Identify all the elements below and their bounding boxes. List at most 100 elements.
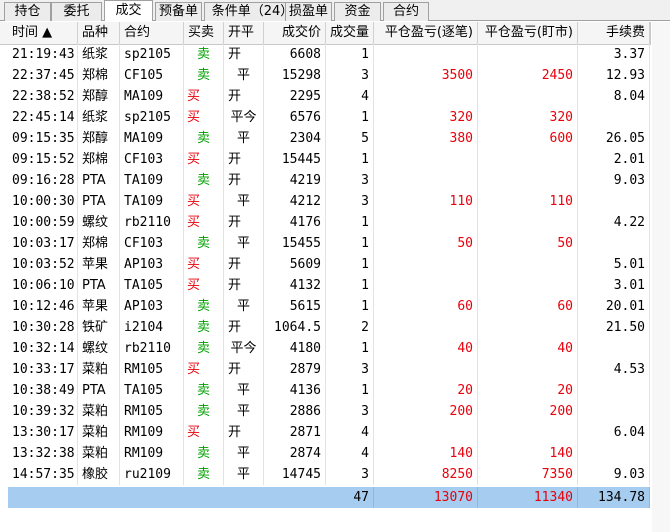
header-contract[interactable]: 合约 (120, 22, 184, 44)
header-variety[interactable]: 品种 (78, 22, 120, 44)
table-row[interactable]: 10:00:59 螺纹 rb2110 买开 4176 1 4.22 (0, 212, 650, 233)
table-row[interactable]: 09:16:28 PTA TA109 卖开 4219 3 9.03 (0, 170, 650, 191)
cell-contract: RM109 (120, 443, 184, 464)
cell-price: 4132 (264, 275, 326, 296)
header-qty[interactable]: 成交量 (326, 22, 374, 44)
cell-contract: RM105 (120, 359, 184, 380)
cell-variety: 苹果 (78, 296, 120, 317)
cell-open-close: 平今 (224, 338, 264, 359)
cell-variety: 郑醇 (78, 86, 120, 107)
cell-time: 21:19:43 (8, 44, 78, 65)
cell-price: 14745 (264, 464, 326, 485)
cell-pnl-trade: 3500 (374, 65, 478, 86)
cell-qty: 1 (326, 44, 374, 65)
cell-pnl-trade (374, 317, 478, 338)
cell-time: 10:32:14 (8, 338, 78, 359)
cell-contract: AP103 (120, 296, 184, 317)
table-row[interactable]: 22:38:52 郑醇 MA109 买开 2295 4 8.04 (0, 86, 650, 107)
table-row[interactable]: 22:45:14 纸浆 sp2105 买平今 6576 1 320 320 (0, 107, 650, 128)
table-row[interactable]: 10:32:14 螺纹 rb2110 卖平今 4180 1 40 40 (0, 338, 650, 359)
table-row[interactable]: 10:38:49 PTA TA105 卖平 4136 1 20 20 (0, 380, 650, 401)
table-row[interactable]: 10:06:10 PTA TA105 买开 4132 1 3.01 (0, 275, 650, 296)
table-row[interactable]: 13:32:38 菜粕 RM109 卖平 2874 4 140 140 (0, 443, 650, 464)
table-row[interactable]: 10:12:46 苹果 AP103 卖平 5615 1 60 60 20.01 (0, 296, 650, 317)
table-row[interactable]: 10:33:17 菜粕 RM105 买开 2879 3 4.53 (0, 359, 650, 380)
header-price[interactable]: 成交价 (264, 22, 326, 44)
cell-price: 15455 (264, 233, 326, 254)
total-pnl-trade: 13070 (374, 487, 478, 508)
cell-open-close: 平今 (224, 107, 264, 128)
cell-contract: sp2105 (120, 44, 184, 65)
cell-qty: 1 (326, 380, 374, 401)
tab-trades[interactable]: 成交 (104, 0, 153, 21)
header-fee[interactable]: 手续费 (578, 22, 650, 44)
cell-variety: 菜粕 (78, 422, 120, 443)
cell-open-close: 平 (224, 191, 264, 212)
cell-time: 10:39:32 (8, 401, 78, 422)
table-row[interactable]: 22:37:45 郑棉 CF105 卖平 15298 3 3500 2450 12.93 (0, 65, 650, 86)
tab-contracts[interactable]: 合约 (383, 2, 429, 21)
cell-contract: sp2105 (120, 107, 184, 128)
cell-contract: TA105 (120, 275, 184, 296)
cell-qty: 1 (326, 338, 374, 359)
cell-variety: 菜粕 (78, 359, 120, 380)
cell-side: 买 (184, 86, 224, 107)
cell-fee (578, 401, 650, 422)
cell-time: 10:30:28 (8, 317, 78, 338)
cell-pnl-mark: 60 (478, 296, 578, 317)
tab-stop-orders[interactable]: 损盈单 (285, 2, 332, 21)
table-row[interactable]: 13:30:17 菜粕 RM109 买开 2871 4 6.04 (0, 422, 650, 443)
cell-price: 4180 (264, 338, 326, 359)
header-pnl-mark[interactable]: 平仓盈亏(盯市) (478, 22, 578, 44)
cell-contract: RM105 (120, 401, 184, 422)
cell-fee (578, 338, 650, 359)
cell-pnl-trade (374, 359, 478, 380)
cell-side: 卖 (184, 317, 224, 338)
table-row[interactable]: 21:19:43 纸浆 sp2105 卖开 6608 1 3.37 (0, 44, 650, 65)
table-row[interactable]: 09:15:35 郑醇 MA109 卖平 2304 5 380 600 26.05 (0, 128, 650, 149)
cell-price: 5615 (264, 296, 326, 317)
cell-variety: 郑棉 (78, 233, 120, 254)
cell-qty: 4 (326, 443, 374, 464)
vertical-scrollbar[interactable] (652, 22, 670, 532)
cell-variety: 螺纹 (78, 212, 120, 233)
cell-contract: RM109 (120, 422, 184, 443)
tab-orders[interactable]: 委托 (51, 2, 102, 21)
cell-pnl-trade: 50 (374, 233, 478, 254)
tab-prepared-orders[interactable]: 预备单 (155, 2, 202, 21)
cell-side: 卖 (184, 464, 224, 485)
cell-pnl-trade: 8250 (374, 464, 478, 485)
cell-pnl-mark (478, 86, 578, 107)
table-row[interactable]: 10:30:28 铁矿 i2104 卖开 1064.5 2 21.50 (0, 317, 650, 338)
cell-pnl-trade: 140 (374, 443, 478, 464)
table-row[interactable]: 10:39:32 菜粕 RM105 卖平 2886 3 200 200 (0, 401, 650, 422)
header-pnl-trade[interactable]: 平仓盈亏(逐笔) (374, 22, 478, 44)
header-open-close[interactable]: 开平 (224, 22, 264, 44)
cell-contract: CF105 (120, 65, 184, 86)
table-row[interactable]: 10:03:52 苹果 AP103 买开 5609 1 5.01 (0, 254, 650, 275)
table-row[interactable]: 10:03:17 郑棉 CF103 卖平 15455 1 50 50 (0, 233, 650, 254)
cell-contract: TA109 (120, 170, 184, 191)
cell-fee: 2.01 (578, 149, 650, 170)
cell-open-close: 开 (224, 149, 264, 170)
cell-fee: 9.03 (578, 464, 650, 485)
table-row[interactable]: 10:00:30 PTA TA109 买平 4212 3 110 110 (0, 191, 650, 212)
header-side[interactable]: 买卖 (184, 22, 224, 44)
cell-pnl-mark (478, 149, 578, 170)
cell-contract: ru2109 (120, 464, 184, 485)
table-row[interactable]: 09:15:52 郑棉 CF103 买开 15445 1 2.01 (0, 149, 650, 170)
cell-time: 10:00:59 (8, 212, 78, 233)
cell-time: 10:00:30 (8, 191, 78, 212)
cell-price: 4212 (264, 191, 326, 212)
tab-positions[interactable]: 持仓 (4, 2, 51, 21)
total-fee: 134.78 (578, 487, 650, 508)
cell-contract: MA109 (120, 128, 184, 149)
totals-row: 47 13070 11340 134.78 (8, 487, 650, 508)
cell-fee: 4.22 (578, 212, 650, 233)
cell-qty: 3 (326, 65, 374, 86)
cell-open-close: 平 (224, 464, 264, 485)
table-row[interactable]: 14:57:35 橡胶 ru2109 卖平 14745 3 8250 7350 9.03 (0, 464, 650, 485)
cell-variety: PTA (78, 170, 120, 191)
header-time[interactable]: 时间 ▲ (8, 22, 78, 44)
tab-funds[interactable]: 资金 (334, 2, 381, 21)
